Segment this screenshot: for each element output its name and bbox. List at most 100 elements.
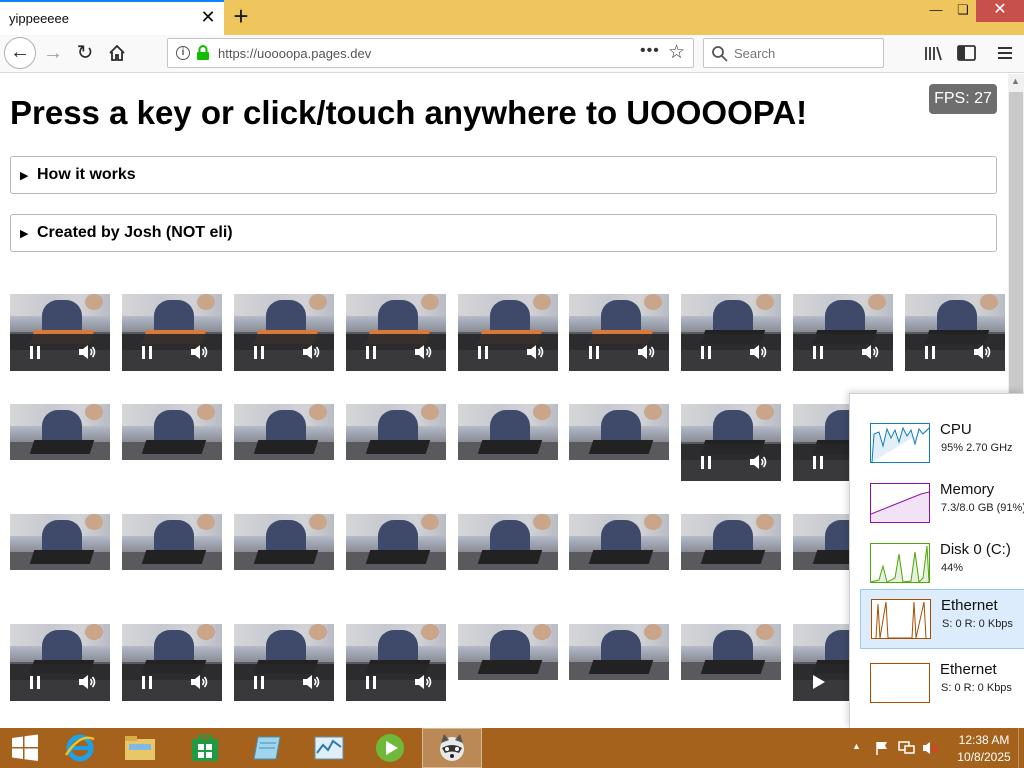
reload-button[interactable]: ↻ xyxy=(70,38,100,68)
video-tile[interactable] xyxy=(681,404,781,481)
task-manager-item[interactable]: Ethernet S: 0 R: 0 Kbps xyxy=(860,589,1024,649)
back-button[interactable]: ← xyxy=(4,37,36,69)
volume-icon[interactable] xyxy=(748,453,768,471)
pause-button[interactable] xyxy=(142,676,152,689)
video-tile[interactable] xyxy=(10,294,110,371)
video-tile[interactable] xyxy=(234,294,334,371)
pause-button[interactable] xyxy=(366,676,376,689)
volume-icon[interactable] xyxy=(301,343,321,361)
details-summary[interactable]: Created by Josh (NOT eli) xyxy=(37,224,233,242)
pause-button[interactable] xyxy=(925,346,935,359)
pause-button[interactable] xyxy=(142,346,152,359)
url-text[interactable]: https://uoooopa.pages.dev xyxy=(218,46,371,61)
pause-button[interactable] xyxy=(701,456,711,469)
bookmark-star-icon[interactable]: ☆ xyxy=(668,41,685,64)
firefox-taskbar-button[interactable] xyxy=(422,728,482,768)
media-player-taskbar-button[interactable] xyxy=(360,728,420,768)
volume-icon[interactable] xyxy=(525,343,545,361)
video-tile[interactable] xyxy=(569,624,669,680)
volume-muted-icon[interactable] xyxy=(921,740,939,756)
video-tile[interactable] xyxy=(10,404,110,460)
forward-button[interactable]: → xyxy=(38,38,68,68)
video-tile[interactable] xyxy=(569,514,669,570)
video-tile[interactable] xyxy=(346,624,446,701)
restore-button[interactable]: ❏ xyxy=(950,0,976,22)
volume-icon[interactable] xyxy=(77,343,97,361)
volume-icon[interactable] xyxy=(972,343,992,361)
page-actions-icon[interactable]: ••• xyxy=(640,42,660,60)
pause-button[interactable] xyxy=(813,346,823,359)
video-tile[interactable] xyxy=(346,404,446,460)
internet-explorer-taskbar-button[interactable] xyxy=(50,728,110,768)
info-icon[interactable]: i xyxy=(176,46,190,60)
new-tab-button[interactable]: + xyxy=(229,3,253,29)
clock-time[interactable]: 12:38 AM xyxy=(954,733,1014,747)
task-manager-item[interactable]: Ethernet S: 0 R: 0 Kbps xyxy=(860,654,1024,714)
sidebar-icon[interactable] xyxy=(955,38,979,68)
pause-button[interactable] xyxy=(701,346,711,359)
volume-icon[interactable] xyxy=(189,673,209,691)
store-taskbar-button[interactable] xyxy=(175,728,235,768)
pause-button[interactable] xyxy=(254,676,264,689)
tab-active[interactable]: yippeeeee ✕ xyxy=(0,0,224,35)
pause-button[interactable] xyxy=(30,676,40,689)
volume-icon[interactable] xyxy=(413,343,433,361)
video-tile[interactable] xyxy=(234,624,334,701)
volume-icon[interactable] xyxy=(636,343,656,361)
video-tile[interactable] xyxy=(10,624,110,701)
pause-button[interactable] xyxy=(30,346,40,359)
pause-button[interactable] xyxy=(254,346,264,359)
library-icon[interactable] xyxy=(922,38,946,68)
video-tile[interactable] xyxy=(681,624,781,680)
video-tile[interactable] xyxy=(122,514,222,570)
task-manager-item[interactable]: Memory 7.3/8.0 GB (91%) xyxy=(860,474,1024,534)
video-tile[interactable] xyxy=(234,404,334,460)
video-tile[interactable] xyxy=(346,294,446,371)
video-tile[interactable] xyxy=(234,514,334,570)
clock-date[interactable]: 10/8/2025 xyxy=(954,750,1014,764)
scroll-up-arrow-icon[interactable]: ▲ xyxy=(1011,76,1020,86)
start-button[interactable] xyxy=(0,728,52,768)
video-tile[interactable] xyxy=(569,404,669,460)
window-close-button[interactable]: ✕ xyxy=(976,0,1024,22)
video-tile[interactable] xyxy=(681,514,781,570)
details-created-by[interactable]: ▶ Created by Josh (NOT eli) xyxy=(10,214,997,252)
notepad-taskbar-button[interactable] xyxy=(238,728,298,768)
scroll-thumb[interactable] xyxy=(1009,92,1023,394)
tab-close-button[interactable]: ✕ xyxy=(198,7,218,27)
pause-button[interactable] xyxy=(366,346,376,359)
task-manager-item[interactable]: CPU 95% 2.70 GHz xyxy=(860,414,1024,474)
pause-button[interactable] xyxy=(813,456,823,469)
file-explorer-taskbar-button[interactable] xyxy=(110,728,170,768)
volume-icon[interactable] xyxy=(860,343,880,361)
volume-icon[interactable] xyxy=(413,673,433,691)
home-button[interactable] xyxy=(102,38,132,68)
video-tile[interactable] xyxy=(122,624,222,701)
minimize-button[interactable]: — xyxy=(922,0,950,22)
video-tile[interactable] xyxy=(569,294,669,371)
video-tile[interactable] xyxy=(458,624,558,680)
video-tile[interactable] xyxy=(793,294,893,371)
pause-button[interactable] xyxy=(589,346,599,359)
volume-icon[interactable] xyxy=(748,343,768,361)
show-hidden-icons-chevron-icon[interactable]: ▲ xyxy=(852,741,861,751)
video-tile[interactable] xyxy=(10,514,110,570)
video-tile[interactable] xyxy=(905,294,1005,371)
details-summary[interactable]: How it works xyxy=(37,166,136,184)
volume-icon[interactable] xyxy=(77,673,97,691)
url-bar[interactable]: i https://uoooopa.pages.dev ••• ☆ xyxy=(167,38,694,68)
volume-icon[interactable] xyxy=(301,673,321,691)
video-tile[interactable] xyxy=(458,294,558,371)
volume-icon[interactable] xyxy=(189,343,209,361)
search-bar[interactable] xyxy=(703,38,884,68)
action-center-flag-icon[interactable] xyxy=(874,740,890,756)
video-tile[interactable] xyxy=(122,404,222,460)
video-tile[interactable] xyxy=(681,294,781,371)
task-manager-taskbar-button[interactable] xyxy=(299,728,359,768)
network-icon[interactable] xyxy=(897,740,915,756)
details-how-it-works[interactable]: ▶ How it works xyxy=(10,156,997,194)
play-button[interactable] xyxy=(813,675,825,689)
show-desktop-button[interactable] xyxy=(1018,728,1024,768)
video-tile[interactable] xyxy=(122,294,222,371)
video-tile[interactable] xyxy=(458,404,558,460)
